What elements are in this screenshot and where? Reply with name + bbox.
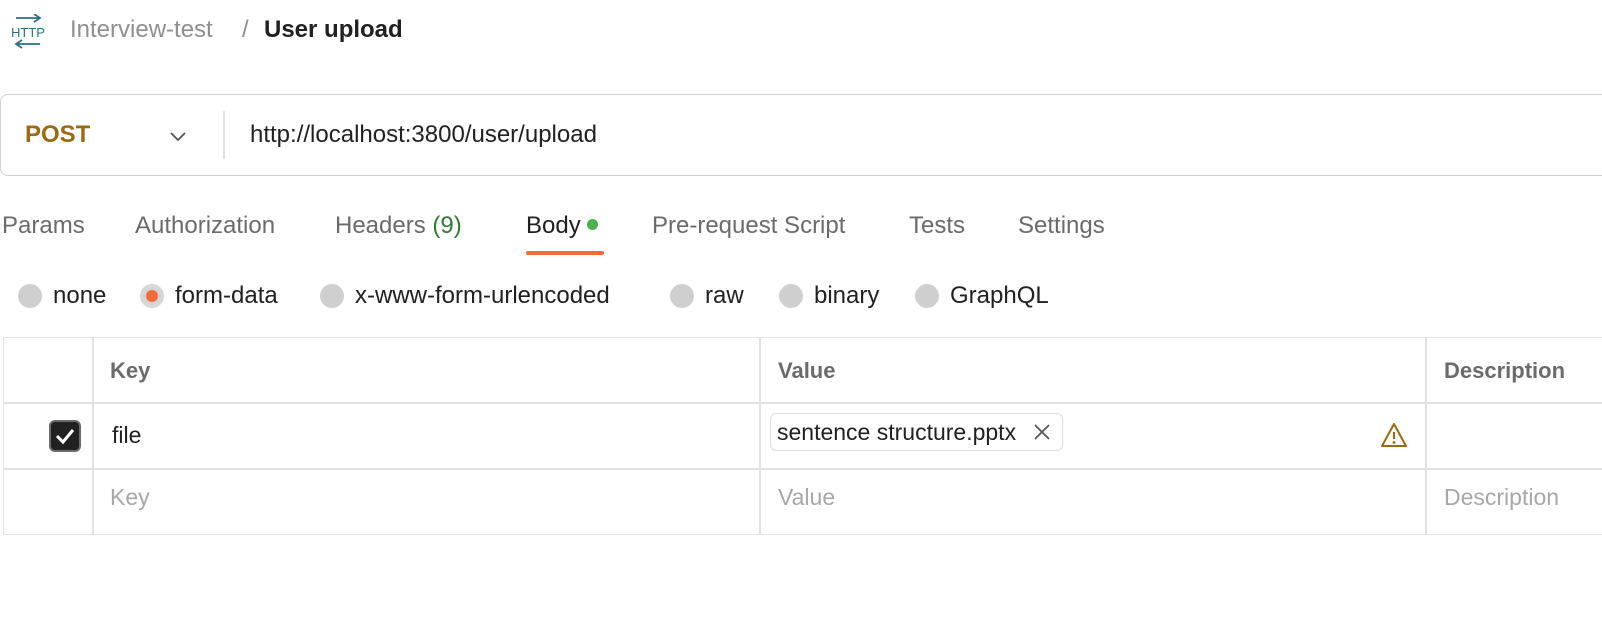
warning-icon[interactable]	[1380, 422, 1408, 448]
request-title[interactable]: User upload	[264, 16, 403, 44]
breadcrumb-separator: /	[242, 16, 249, 43]
column-header-value: Value	[778, 358, 836, 383]
radio-label: form-data	[175, 282, 278, 309]
tab-headers-label: Headers	[335, 212, 426, 239]
active-tab-underline	[526, 251, 604, 255]
tab-pre-request-script[interactable]: Pre-request Script	[652, 212, 845, 240]
radio-button[interactable]	[670, 284, 694, 308]
radio-button[interactable]	[779, 284, 803, 308]
breadcrumb-collection[interactable]: Interview-test	[70, 16, 213, 44]
radio-button-selected[interactable]	[140, 284, 164, 308]
tab-body-label: Body	[526, 212, 581, 239]
column-divider	[1425, 338, 1427, 534]
radio-button[interactable]	[915, 284, 939, 308]
tab-params[interactable]: Params	[2, 212, 85, 240]
new-description-input[interactable]: Description	[1444, 484, 1559, 511]
form-data-table: Key Value Description file sentence stru…	[3, 337, 1602, 535]
svg-text:HTTP: HTTP	[11, 25, 45, 40]
new-value-input[interactable]: Value	[778, 484, 835, 511]
tab-settings[interactable]: Settings	[1018, 212, 1105, 240]
radio-label: binary	[814, 282, 880, 309]
new-key-input[interactable]: Key	[110, 484, 150, 511]
column-divider	[92, 338, 94, 534]
row-enabled-checkbox[interactable]	[49, 420, 81, 452]
request-url-bar: POST http://localhost:3800/user/upload	[0, 94, 1602, 176]
body-type-options: none form-data x-www-form-urlencoded raw…	[0, 276, 1602, 316]
headers-count: (9)	[432, 212, 462, 239]
file-name: sentence structure.pptx	[777, 419, 1017, 445]
method-select[interactable]: POST	[25, 121, 90, 149]
radio-button[interactable]	[18, 284, 42, 308]
http-icon: HTTP	[11, 14, 45, 49]
chevron-down-icon[interactable]	[167, 125, 189, 147]
checkmark-icon	[55, 429, 75, 445]
tab-body[interactable]: Body	[526, 212, 598, 240]
request-header: HTTP Interview-test / User upload	[0, 0, 1602, 64]
radio-button[interactable]	[320, 284, 344, 308]
row-divider	[4, 468, 1602, 470]
file-chip[interactable]: sentence structure.pptx	[770, 413, 1064, 451]
radio-label: GraphQL	[950, 282, 1049, 309]
divider	[223, 111, 225, 159]
url-input[interactable]: http://localhost:3800/user/upload	[250, 121, 597, 149]
radio-label: raw	[705, 282, 744, 309]
row-divider	[4, 402, 1602, 404]
column-divider	[759, 338, 761, 534]
column-header-key: Key	[110, 358, 151, 383]
request-tabs: Params Authorization Headers (9) Body Pr…	[0, 204, 1602, 258]
tab-tests[interactable]: Tests	[909, 212, 965, 240]
column-header-description: Description	[1444, 358, 1566, 383]
radio-label: x-www-form-urlencoded	[355, 282, 610, 309]
tab-headers[interactable]: Headers (9)	[335, 212, 462, 240]
tab-authorization[interactable]: Authorization	[135, 212, 275, 240]
active-dot-icon	[586, 219, 598, 230]
close-icon[interactable]	[1032, 422, 1052, 442]
key-field[interactable]: file	[112, 422, 141, 449]
radio-label: none	[53, 282, 107, 309]
